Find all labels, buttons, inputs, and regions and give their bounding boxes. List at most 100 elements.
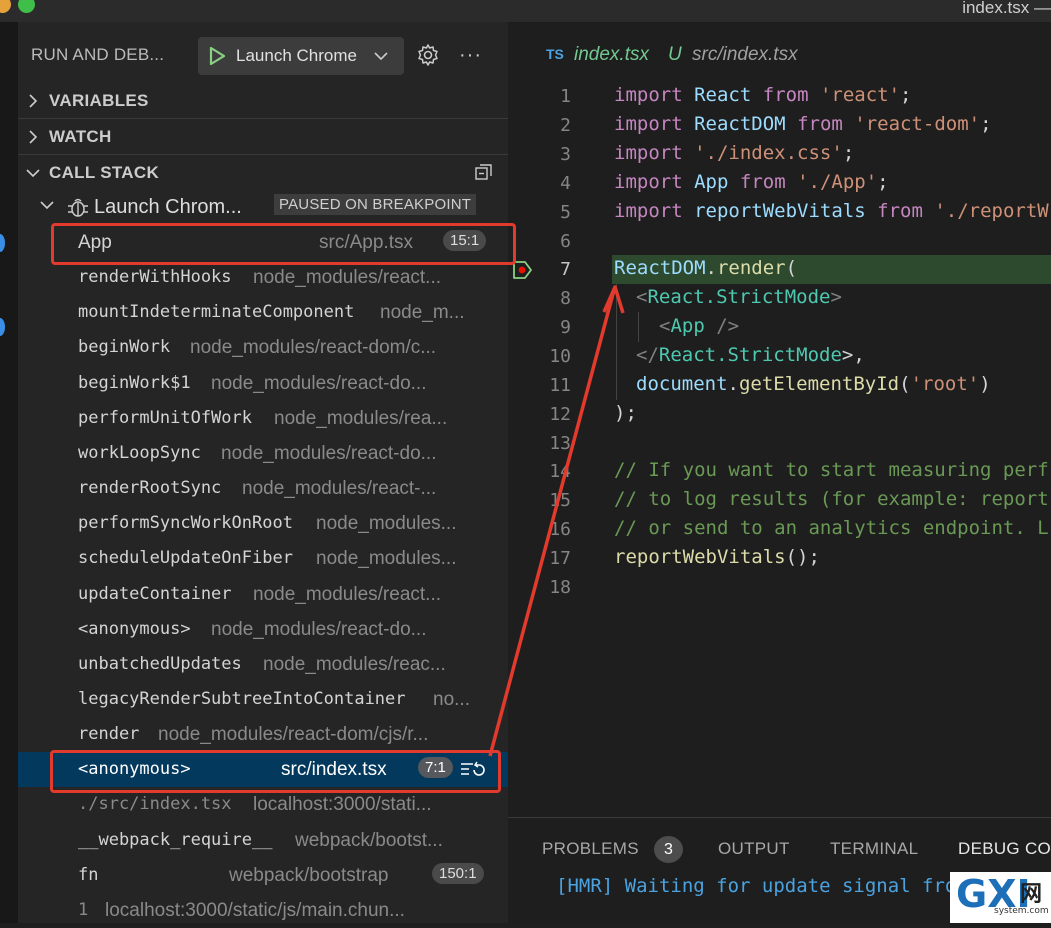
frame-function: beginWork: [78, 337, 171, 357]
frame-function: renderWithHooks: [78, 267, 232, 287]
stack-frame[interactable]: fn webpack/bootstrap 150:1: [18, 858, 508, 893]
comment-line[interactable]: // or send to an analytics endpoint. L: [614, 517, 1049, 539]
stack-frame[interactable]: legacyRenderSubtreeIntoContainer no...: [18, 682, 508, 717]
code-line[interactable]: document.getElementById('root'): [636, 373, 991, 395]
keyword: import: [614, 84, 683, 106]
window-title: index.tsx —: [962, 0, 1051, 17]
line-number: 17: [549, 548, 571, 569]
editor-tab-filename[interactable]: index.tsx: [574, 44, 649, 66]
code-line[interactable]: reportWebVitals();: [614, 546, 820, 568]
jsx-bracket: <: [636, 286, 648, 308]
stack-frame[interactable]: workLoopSync node_modules/react-do...: [18, 436, 508, 471]
string: './index.css': [694, 142, 843, 164]
section-watch[interactable]: WATCH: [18, 120, 508, 154]
function-name: getElementById: [738, 373, 900, 395]
more-icon[interactable]: ···: [459, 44, 482, 67]
stack-frame[interactable]: beginWork node_modules/react-dom/c...: [18, 330, 508, 365]
code-line[interactable]: import ReactDOM from 'react-dom';: [614, 113, 992, 135]
punctuation: >,: [841, 344, 865, 366]
divider: [18, 118, 508, 119]
line-number: 16: [549, 519, 571, 540]
code-line[interactable]: import './index.css';: [614, 142, 854, 164]
line-number: 12: [549, 404, 571, 425]
stack-frame[interactable]: performUnitOfWork node_modules/rea...: [18, 401, 508, 436]
frame-function: 1: [78, 900, 89, 920]
frame-function: mountIndeterminateComponent: [78, 302, 355, 322]
stack-frame[interactable]: render node_modules/react-dom/cjs/r...: [18, 717, 508, 752]
frame-function: scheduleUpdateOnFiber: [78, 548, 293, 568]
stack-frame[interactable]: <anonymous> node_modules/react-do...: [18, 612, 508, 647]
frame-source: node_modules/rea...: [274, 408, 448, 429]
sidebar-title: RUN AND DEB...: [31, 45, 165, 64]
string: 'root': [910, 373, 980, 395]
line-number: 4: [560, 173, 571, 194]
code-line[interactable]: import reportWebVitals from './reportW: [614, 200, 1049, 222]
tab-output[interactable]: OUTPUT: [718, 839, 790, 859]
tab-problems[interactable]: PROBLEMS: [542, 839, 639, 859]
collapse-all-icon[interactable]: [474, 162, 494, 182]
thread-item[interactable]: Launch Chrom... PAUSED ON BREAKPOINT: [18, 190, 508, 224]
code-line[interactable]: );: [614, 402, 637, 424]
watermark-site: system.com: [994, 906, 1049, 916]
keyword: import: [614, 142, 683, 164]
title-bar: index.tsx —: [0, 0, 1051, 22]
comment-line[interactable]: // to log results (for example: report: [614, 488, 1049, 510]
tab-debug-console[interactable]: DEBUG CO: [958, 839, 1051, 859]
identifier: React: [694, 84, 752, 106]
punctuation: (: [899, 373, 911, 395]
stack-frame[interactable]: mountIndeterminateComponent node_m...: [18, 295, 508, 330]
frame-function: performSyncWorkOnRoot: [78, 513, 293, 533]
annotation-box-app-frame: [51, 223, 516, 265]
minimize-window-button[interactable]: [0, 0, 11, 13]
frame-source: node_modules...: [316, 513, 457, 534]
watermark-net: 网: [1020, 881, 1043, 906]
divider: [18, 154, 508, 155]
stack-frame[interactable]: unbatchedUpdates node_modules/reac...: [18, 647, 508, 682]
section-call-stack[interactable]: CALL STACK: [18, 156, 508, 190]
stack-frame[interactable]: __webpack_require__ webpack/bootst...: [18, 823, 508, 858]
keyword: from: [877, 200, 923, 222]
gear-icon[interactable]: [416, 43, 440, 67]
string: 'react-dom': [854, 113, 981, 135]
frame-source: node_modules/react-dom/cjs/r...: [158, 724, 429, 745]
code-line[interactable]: import React from 'react';: [614, 84, 912, 106]
watermark-logo: GXI 网 system.com: [950, 872, 1051, 923]
jsx-bracket: />: [704, 315, 740, 337]
section-variables[interactable]: VARIABLES: [18, 84, 508, 118]
code-line[interactable]: <App />: [659, 315, 739, 337]
line-number: 5: [560, 202, 571, 223]
zoom-window-button[interactable]: [18, 0, 35, 13]
code-line[interactable]: </React.StrictMode>,: [636, 344, 865, 366]
code-line-current[interactable]: ReactDOM.render(: [614, 257, 797, 279]
stack-frame[interactable]: updateContainer node_modules/react...: [18, 577, 508, 612]
code-line[interactable]: <React.StrictMode>: [636, 286, 842, 308]
stack-frame[interactable]: performSyncWorkOnRoot node_modules...: [18, 506, 508, 541]
frame-source: node_modules/react...: [253, 267, 442, 288]
frame-function: __webpack_require__: [78, 830, 273, 850]
frame-source: webpack/bootst...: [295, 830, 443, 851]
launch-config-label: Launch Chrome: [236, 46, 357, 65]
frame-function: ./src/index.tsx: [78, 794, 232, 814]
code-line[interactable]: import App from './App';: [614, 171, 889, 193]
activity-badge[interactable]: [0, 234, 5, 252]
breadcrumb[interactable]: src/index.tsx: [692, 44, 798, 66]
indent-guide: [638, 312, 639, 342]
play-icon[interactable]: [207, 46, 227, 66]
keyword: import: [614, 171, 683, 193]
activity-badge[interactable]: [0, 318, 5, 336]
frame-source: node_modules/react...: [253, 584, 442, 605]
stack-frame[interactable]: renderWithHooks node_modules/react...: [18, 260, 508, 295]
string: './App': [797, 171, 878, 193]
stack-frame[interactable]: beginWork$1 node_modules/react-do...: [18, 366, 508, 401]
launch-config-dropdown[interactable]: Launch Chrome: [198, 37, 404, 75]
section-label: VARIABLES: [49, 91, 149, 110]
stack-frame[interactable]: renderRootSync node_modules/react-...: [18, 471, 508, 506]
comment-line[interactable]: // If you want to start measuring perf: [614, 459, 1049, 481]
tab-terminal[interactable]: TERMINAL: [830, 839, 918, 859]
frame-function: renderRootSync: [78, 478, 222, 498]
frame-function: fn: [78, 865, 99, 885]
line-number: 6: [560, 231, 571, 252]
jsx-tag: App: [670, 315, 705, 337]
stack-frame[interactable]: scheduleUpdateOnFiber node_modules...: [18, 541, 508, 576]
chevron-down-icon: [374, 52, 388, 61]
